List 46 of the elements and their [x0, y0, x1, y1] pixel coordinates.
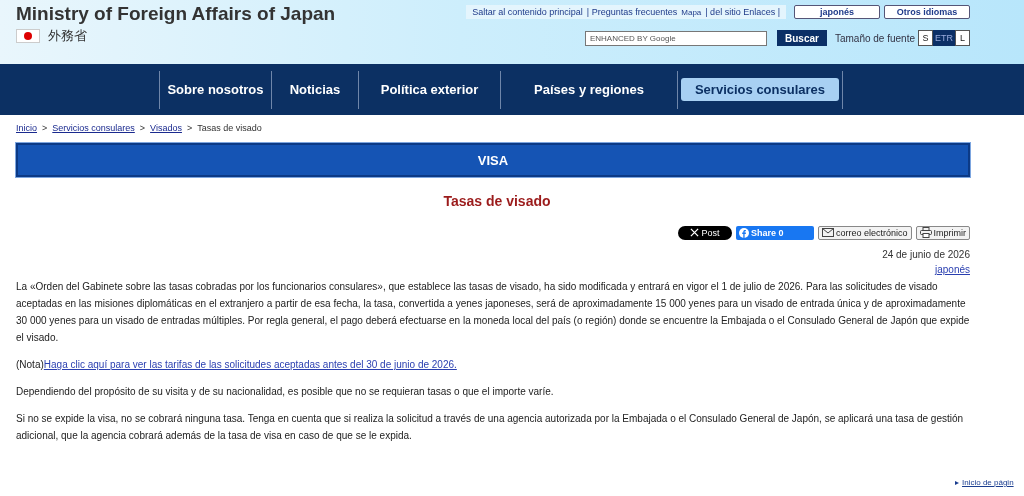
- envelope-icon: [821, 228, 834, 237]
- nav-tab[interactable]: Sobre nosotros: [163, 82, 268, 97]
- email-button[interactable]: correo electrónico: [817, 225, 912, 240]
- font-size-label: Tamaño de fuente: [834, 32, 915, 44]
- breadcrumb-separator: >: [139, 123, 146, 133]
- share-button[interactable]: Share 0: [735, 225, 814, 240]
- breadcrumb-link[interactable]: Servicios consulares: [52, 123, 135, 133]
- note-label: (Nota): [16, 359, 44, 370]
- post-button[interactable]: Post: [677, 225, 732, 240]
- body-paragraph: Dependiendo del propósito de su visita y de su nacionalidad, es posible que no se requieran tasas o que el importe varíe.: [16, 385, 555, 399]
- section-banner: VISA: [16, 143, 970, 177]
- nav-tab[interactable]: Países y regiones: [504, 82, 674, 97]
- site-title: Ministry of Foreign Affairs of Japan: [16, 3, 336, 25]
- font-size-button[interactable]: ETR: [933, 30, 955, 46]
- language-button[interactable]: Otros idiomas: [884, 5, 970, 19]
- publish-date: 24 de junio de 2026: [881, 249, 971, 260]
- print-button[interactable]: Imprimir: [915, 225, 970, 240]
- breadcrumb-link[interactable]: Inicio: [16, 123, 37, 133]
- flag-icon: [16, 29, 40, 43]
- nav-tab[interactable]: Política exterior: [362, 82, 497, 97]
- facebook-icon: [738, 227, 749, 238]
- fees-link[interactable]: Haga clic aquí para ver las tarifas de las solicitudes aceptadas antes del 30 de junio de 2026.: [43, 359, 457, 370]
- back-to-top-link[interactable]: Inicio de págin: [962, 478, 1014, 487]
- breadcrumb-link[interactable]: Visados: [150, 123, 182, 133]
- body-paragraph: Si no se expide la visa, no se cobrará ninguna tasa. Tenga en cuenta que si realiza la solicitud a través de una agencia autorizada por la Embajada o el Consulado General de Japón, se aplicará una tasa de gestión adicional, que la agencia cobrará además de la tasa de visa en caso de que se le expida.: [16, 412, 965, 443]
- search-field[interactable]: ENHANCED BY Google: [584, 30, 767, 46]
- triangle-icon: [955, 480, 959, 485]
- breadcrumb-separator: >: [42, 123, 48, 133]
- nav-tab[interactable]: Noticias: [275, 82, 355, 97]
- font-size-button[interactable]: L: [955, 30, 970, 46]
- printer-icon: [919, 227, 932, 238]
- site-subtitle: 外務省: [48, 27, 87, 45]
- utility-link[interactable]: | del sitio Enlaces |: [705, 7, 780, 17]
- utility-link[interactable]: | Preguntas frecuentes: [586, 7, 678, 17]
- font-size-button[interactable]: S: [918, 30, 933, 46]
- breadcrumb-separator: >: [186, 123, 193, 133]
- x-icon: [690, 228, 700, 237]
- language-button[interactable]: japonés: [794, 5, 880, 19]
- language-link[interactable]: japonés: [934, 264, 970, 275]
- utility-link[interactable]: Mapa: [681, 7, 702, 17]
- nav-tab[interactable]: Servicios consulares: [681, 78, 839, 101]
- breadcrumb-current: Tasas de visado: [197, 123, 262, 133]
- body-paragraph: La «Orden del Gabinete sobre las tasas cobradas por los funcionarios consulares», que establece las tasas de visado, ha sido modificada y entrará en vigor el 1 de julio de 2026. Para las solicitudes de visado aceptadas en las misiones diplomáticas en el extranjero a partir de esa fecha, la tasa, convertida a yenes japoneses, será de aproximadamente 15 000 yenes para un visado de entrada única y de aproximadamente 30 000 yenes para un visado de entradas múltiples. Por regla general, el pago deberá efectuarse en la moneda local del país (o región) donde se encuentre la Embajada o el Consulado General de Japón que expide el visado.: [16, 280, 970, 345]
- page-title: Tasas de visado: [442, 193, 552, 211]
- search-button[interactable]: Buscar: [776, 30, 827, 46]
- utility-link[interactable]: Saltar al contenido principal: [472, 7, 583, 17]
